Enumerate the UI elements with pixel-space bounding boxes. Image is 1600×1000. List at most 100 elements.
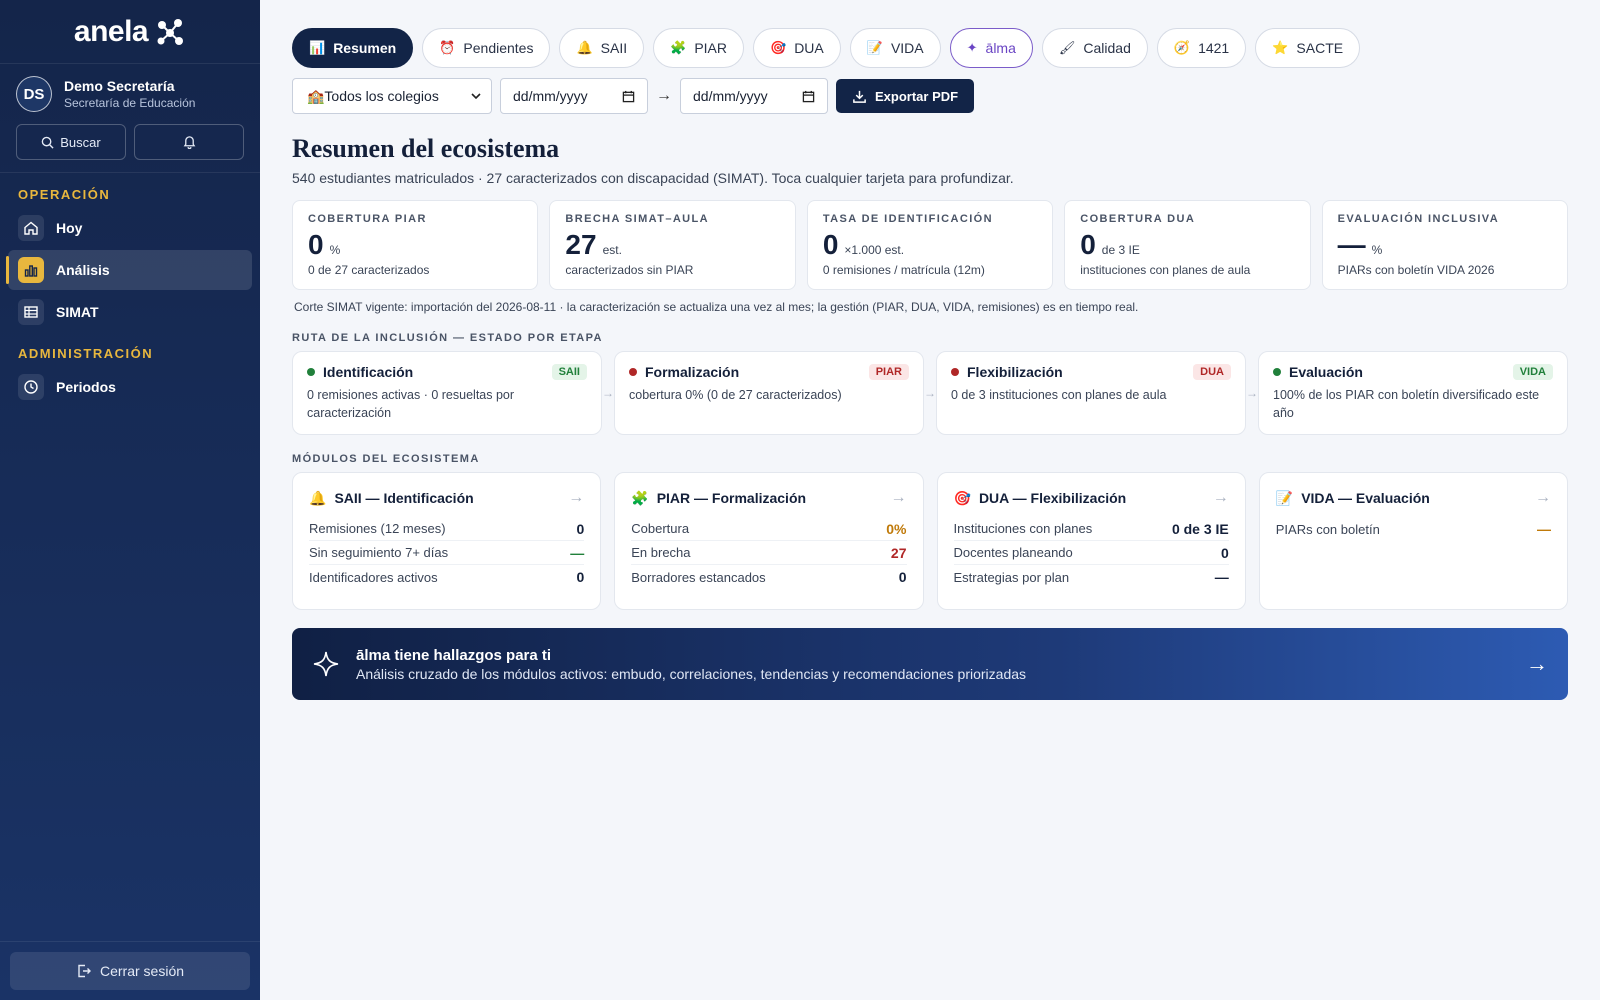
logo: anela — [0, 0, 260, 64]
sidebar-item-simat[interactable]: SIMAT — [8, 292, 252, 332]
tab-label: ālma — [985, 40, 1016, 56]
calendar-icon — [622, 90, 635, 102]
bell-icon — [183, 136, 195, 149]
kpi-label: EVALUACIÓN INCLUSIVA — [1337, 213, 1500, 225]
user-profile[interactable]: DS Demo Secretaría Secretaría de Educaci… — [0, 64, 260, 124]
main-content: 📊 Resumen ⏰ Pendientes 🔔 SAII 🧩 PIAR 🎯 DUA 📝 V… — [292, 28, 1569, 700]
tab-calidad[interactable]: 🖌 Calidad — [1041, 28, 1148, 68]
chart-icon: 📊 — [309, 40, 326, 55]
alma-insights-banner[interactable]: ālma tiene hallazgos para ti Análisis cr… — [292, 628, 1568, 700]
tab-alma[interactable]: ✦ ālma — [949, 28, 1033, 68]
tab-label: DUA — [794, 40, 824, 56]
logout-button[interactable]: Cerrar sesión — [10, 952, 250, 990]
kpi-unit: % — [1371, 243, 1383, 257]
logo-text: anela — [73, 14, 149, 48]
compass-icon: 🧭 — [1173, 40, 1191, 55]
stage-card-formalizacion[interactable]: Formalización PIAR cobertura 0% (0 de 27… — [614, 351, 924, 435]
kpi-card-cobertura-piar[interactable]: COBERTURA PIAR 0% 0 de 27 caracterizados — [292, 200, 539, 290]
kpi-desc: 0 de 27 caracterizados — [308, 263, 430, 277]
metric-label: Remisiones (12 meses) — [309, 521, 446, 536]
notifications-button[interactable] — [134, 124, 244, 160]
arrow-right-icon[interactable]: → — [1213, 489, 1229, 507]
module-card-saii[interactable]: 🔔 SAII — Identificación → Remisiones (12 … — [292, 472, 602, 610]
sidebar-item-label: Hoy — [56, 220, 83, 236]
stage-desc: cobertura 0% (0 de 27 caracterizados) — [629, 388, 842, 402]
tab-vida[interactable]: 📝 VIDA — [849, 28, 941, 68]
memo-icon: 📝 — [1275, 489, 1294, 506]
modules-heading: MÓDULOS DEL ECOSISTEMA — [292, 453, 480, 465]
stage-card-identificacion[interactable]: Identificación SAII 0 remisiones activas… — [292, 351, 602, 435]
kpi-label: TASA DE IDENTIFICACIÓN — [822, 213, 993, 225]
avatar: DS — [16, 76, 52, 112]
tab-1421[interactable]: 🧭 1421 — [1156, 28, 1247, 68]
arrow-right-icon[interactable]: → — [1535, 489, 1551, 507]
arrow-right-icon: → — [1246, 386, 1258, 400]
tab-sacte[interactable]: ⭐ SACTE — [1255, 28, 1361, 68]
kpi-unit: est. — [602, 243, 622, 257]
sidebar-item-label: SIMAT — [56, 304, 99, 320]
arrow-right-icon[interactable]: → — [891, 489, 907, 507]
tab-pendientes[interactable]: ⏰ Pendientes — [422, 28, 551, 68]
sidebar-item-periodos[interactable]: Periodos — [8, 367, 252, 407]
stage-card-flexibilizacion[interactable]: Flexibilización DUA 0 de 3 instituciones… — [936, 351, 1246, 435]
banner-subtitle: Análisis cruzado de los módulos activos:… — [356, 665, 1027, 682]
export-pdf-button[interactable]: Exportar PDF — [836, 79, 975, 113]
arrow-right-icon: → — [924, 386, 936, 400]
alarm-clock-icon: ⏰ — [439, 40, 456, 55]
metric-value: 0 — [576, 569, 585, 585]
kpi-card-evaluacion-inclusiva[interactable]: EVALUACIÓN INCLUSIVA —% PIARs con boletí… — [1321, 200, 1569, 290]
kpi-card-cobertura-dua[interactable]: COBERTURA DUA 0 de 3 IE instituciones con… — [1064, 200, 1311, 290]
bell-icon: 🔔 — [309, 489, 327, 506]
logout-label: Cerrar sesión — [99, 963, 185, 979]
stage-desc: 0 de 3 instituciones con planes de aula — [951, 388, 1167, 402]
kpi-card-tasa-identificacion[interactable]: TASA DE IDENTIFICACIÓN 0 ×1.000 est. 0 re… — [806, 200, 1054, 290]
logout-icon — [78, 964, 91, 978]
sidebar-item-hoy[interactable]: Hoy — [8, 208, 252, 248]
target-icon: 🎯 — [953, 489, 971, 506]
kpi-card-brecha[interactable]: BRECHA SIMAT–AULA 27 est. caracterizados … — [549, 200, 796, 290]
module-card-dua[interactable]: 🎯 DUA — Flexibilización → Instituciones c… — [936, 472, 1246, 610]
tab-label: VIDA — [890, 40, 924, 56]
bell-icon: 🔔 — [576, 40, 593, 55]
metric-row: Borradores estancados 0 — [631, 565, 906, 589]
kpi-desc: instituciones con planes de aula — [1080, 263, 1251, 277]
page-subtitle: 540 estudiantes matriculados · 27 caract… — [292, 170, 1014, 186]
metric-row: Sin seguimiento 7+ días — — [309, 541, 585, 565]
metric-label: Estrategias por plan — [953, 569, 1070, 585]
date-to-input[interactable]: dd/mm/yyyy — [680, 78, 828, 114]
metric-value: 27 — [890, 544, 907, 561]
user-name: Demo Secretaría — [64, 78, 175, 94]
memo-icon: 📝 — [866, 40, 883, 55]
user-role: Secretaría de Educación — [64, 96, 196, 110]
stage-desc: 0 remisiones activas · 0 resueltas por c… — [307, 388, 515, 421]
stage-badge: PIAR — [868, 364, 909, 380]
tab-label: PIAR — [694, 40, 727, 56]
arrow-right-icon[interactable]: → — [1526, 651, 1548, 677]
module-card-vida[interactable]: 📝 VIDA — Evaluación → PIARs con boletín — — [1258, 472, 1568, 610]
tab-dua[interactable]: 🎯 DUA — [753, 28, 841, 68]
download-icon — [853, 90, 866, 103]
table-icon — [18, 299, 44, 325]
date-from-input[interactable]: dd/mm/yyyy — [500, 78, 648, 114]
sidebar-item-analisis[interactable]: Análisis — [6, 250, 252, 290]
metric-row: Estrategias por plan — — [954, 565, 1229, 589]
section-label-administracion: ADMINISTRACIÓN — [18, 346, 154, 361]
tab-saii[interactable]: 🔔 SAII — [559, 28, 645, 68]
tab-resumen[interactable]: 📊 Resumen — [292, 28, 414, 68]
arrow-right-icon: → — [602, 386, 614, 400]
kpi-unit: de 3 IE — [1101, 243, 1140, 257]
kpi-unit: ×1.000 est. — [844, 243, 905, 257]
filter-bar: 🏫Todos los colegios dd/mm/yyyy → dd/mm/y… — [292, 78, 1568, 114]
school-select[interactable]: 🏫Todos los colegios — [292, 78, 492, 114]
tab-piar[interactable]: 🧩 PIAR — [653, 28, 744, 68]
stage-card-evaluacion[interactable]: Evaluación VIDA 100% de los PIAR con bol… — [1258, 351, 1568, 435]
module-title: PIAR — Formalización — [656, 490, 807, 506]
module-card-piar[interactable]: 🧩 PIAR — Formalización → Cobertura 0% En b… — [614, 472, 924, 610]
stage-desc: 100% de los PIAR con boletín diversifica… — [1273, 388, 1540, 421]
arrow-right-icon[interactable]: → — [568, 489, 584, 507]
metric-label: Instituciones con planes — [953, 521, 1093, 536]
kpi-desc: 0 remisiones / matrícula (12m) — [822, 263, 985, 277]
search-button[interactable]: Buscar — [16, 124, 126, 160]
kpi-value: 27 — [565, 229, 597, 260]
metric-row: Remisiones (12 meses) 0 — [309, 517, 585, 541]
